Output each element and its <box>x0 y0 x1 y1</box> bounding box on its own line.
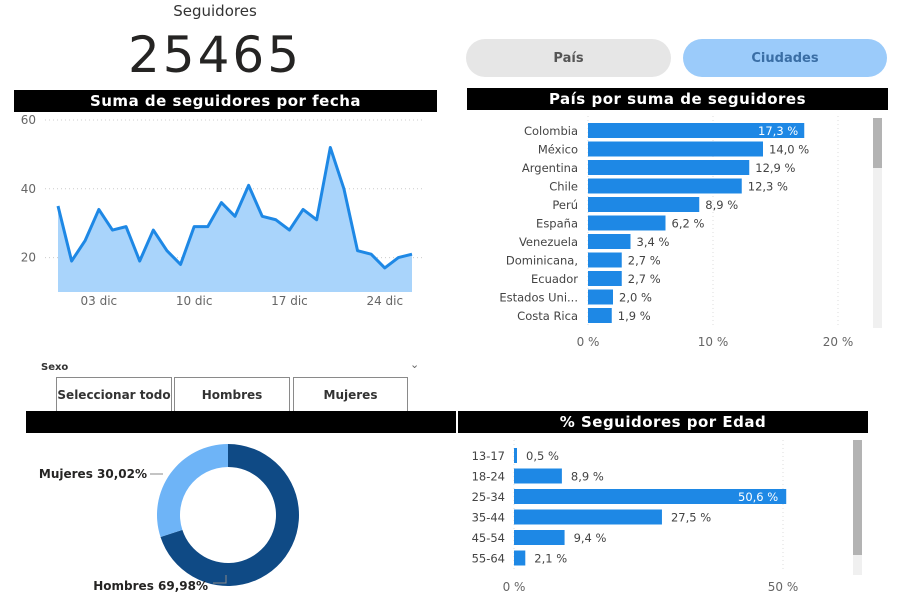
kpi-value: 25465 <box>127 26 303 84</box>
data-label: 2,1 % <box>534 552 567 566</box>
x-tick-label: 0 % <box>503 580 526 594</box>
age-scrollbar-thumb[interactable] <box>853 440 862 555</box>
slicer-title: Sexo <box>41 362 69 373</box>
category-label: Colombia <box>524 124 578 138</box>
bar <box>514 509 662 525</box>
data-label: 14,0 % <box>769 143 809 157</box>
y-tick-label: 20 <box>21 251 36 265</box>
country-scrollbar-thumb[interactable] <box>873 118 882 168</box>
series-area <box>58 147 412 292</box>
data-label: 8,9 % <box>571 470 604 484</box>
donut-slice <box>157 444 228 538</box>
data-label: 1,9 % <box>618 309 651 323</box>
age-chart-title: % Seguidores por Edad <box>458 411 868 433</box>
category-label: Chile <box>549 180 578 194</box>
kpi-label: Seguidores <box>173 2 257 20</box>
slicer-option-select-all[interactable]: Seleccionar todo <box>56 377 172 411</box>
donut-label: Mujeres 30,02% <box>39 467 147 481</box>
data-label: 8,9 % <box>705 198 738 212</box>
pais-button[interactable]: País <box>466 39 671 77</box>
bar <box>588 160 750 175</box>
data-label: 50,6 % <box>738 490 778 504</box>
bar <box>588 215 666 231</box>
category-label: 13-17 <box>472 449 505 463</box>
category-label: Dominicana, <box>506 254 578 268</box>
data-label: 3,4 % <box>637 235 670 249</box>
bar <box>588 289 613 305</box>
data-label: 17,3 % <box>758 124 798 138</box>
x-tick-label: 24 dic <box>366 294 403 308</box>
category-label: Costa Rica <box>517 309 578 323</box>
age-scrollbar[interactable] <box>853 440 862 575</box>
data-label: 0,5 % <box>526 449 559 463</box>
x-tick-label: 20 % <box>823 335 854 349</box>
category-label: Argentina <box>522 161 578 175</box>
line-chart-title: Suma de seguidores por fecha <box>14 90 437 112</box>
donut-label: Hombres 69,98% <box>93 579 208 593</box>
category-label: México <box>538 143 578 157</box>
data-label: 2,7 % <box>628 272 661 286</box>
y-tick-label: 60 <box>21 113 36 127</box>
slicer-option-mujeres[interactable]: Mujeres <box>293 377 408 411</box>
bar <box>514 468 562 484</box>
country-chart-title: País por suma de seguidores <box>467 88 888 110</box>
category-label: 55-64 <box>472 552 505 566</box>
bar <box>588 252 622 268</box>
bar <box>588 178 742 194</box>
bar <box>588 308 612 323</box>
age-bar-chart: 0 % 50 % 13-17 0,5 % 18-24 8,9 % 25-34 50,6 % 35… <box>472 440 799 594</box>
bar <box>514 550 526 566</box>
ciudades-button[interactable]: Ciudades <box>683 39 887 77</box>
data-label: 9,4 % <box>574 531 607 545</box>
slicer-option-hombres[interactable]: Hombres <box>174 377 290 411</box>
bar <box>588 234 631 249</box>
bar <box>514 448 517 463</box>
x-tick-label: 0 % <box>577 335 600 349</box>
data-label: 12,9 % <box>755 161 795 175</box>
gender-donut-chart: Mujeres 30,02% Hombres 69,98% <box>39 444 299 593</box>
country-scrollbar[interactable] <box>873 118 882 328</box>
bar <box>588 271 622 286</box>
category-label: Perú <box>552 198 578 212</box>
category-label: Venezuela <box>519 235 578 249</box>
data-label: 27,5 % <box>671 511 711 525</box>
bar <box>514 530 565 545</box>
category-label: Ecuador <box>531 272 578 286</box>
line-chart: 20 40 60 03 dic 10 dic 17 dic 24 dic <box>21 113 425 308</box>
category-label: 18-24 <box>472 470 505 484</box>
category-label: 35-44 <box>472 511 505 525</box>
category-label: España <box>536 217 578 231</box>
x-tick-label: 17 dic <box>271 294 308 308</box>
chevron-down-icon[interactable]: ⌄ <box>410 358 419 371</box>
x-tick-label: 10 dic <box>176 294 213 308</box>
x-tick-label: 03 dic <box>81 294 118 308</box>
data-label: 2,7 % <box>628 254 661 268</box>
data-label: 12,3 % <box>748 180 788 194</box>
country-bar-chart: 0 % 10 % 20 % Colombia 17,3 % México 14,0 % Arg… <box>499 116 854 349</box>
x-tick-label: 50 % <box>768 580 799 594</box>
category-label: 25-34 <box>472 490 505 504</box>
category-label: Estados Uni... <box>499 291 578 305</box>
category-label: 45-54 <box>472 531 505 545</box>
donut-header-bar <box>26 411 456 433</box>
x-tick-label: 10 % <box>698 335 729 349</box>
bar <box>588 141 763 157</box>
bar <box>588 197 700 212</box>
data-label: 2,0 % <box>619 291 652 305</box>
data-label: 6,2 % <box>672 217 705 231</box>
y-tick-label: 40 <box>21 182 36 196</box>
